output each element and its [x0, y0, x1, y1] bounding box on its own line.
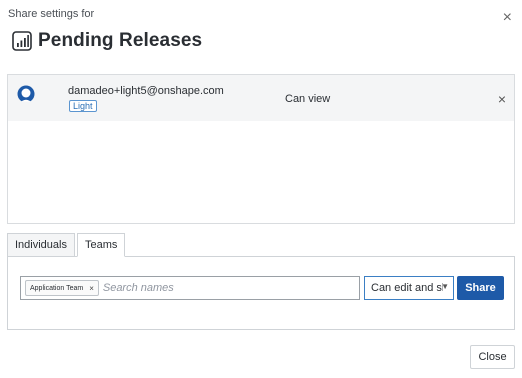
share-entry-permission[interactable]: Can view [285, 93, 330, 105]
team-chip-label: Application Team [30, 284, 84, 292]
share-list: damadeo+light5@onshape.com Light Can vie… [7, 74, 515, 224]
chip-remove-icon[interactable]: × [89, 284, 94, 293]
release-chart-icon [12, 31, 32, 51]
remove-share-icon[interactable]: × [498, 92, 506, 106]
permission-select[interactable]: Can edit and sl ▼ [364, 276, 454, 300]
tab-teams[interactable]: Teams [76, 233, 126, 257]
tab-individuals[interactable]: Individuals [7, 233, 75, 257]
dialog-subtitle: Share settings for [8, 8, 95, 20]
team-chip: Application Team × [25, 280, 99, 296]
user-avatar-icon [16, 85, 36, 104]
permission-select-value: Can edit and sl [371, 282, 443, 294]
share-entry-row: damadeo+light5@onshape.com Light Can vie… [8, 75, 514, 121]
license-badge: Light [69, 100, 97, 112]
close-button[interactable]: Close [470, 345, 515, 369]
dialog-close-icon[interactable]: × [503, 10, 512, 26]
share-entry-email: damadeo+light5@onshape.com [68, 85, 224, 97]
share-tabs: Individuals Teams [7, 233, 126, 257]
chevron-down-icon: ▼ [441, 282, 449, 291]
teams-panel: Application Team × Can edit and sl ▼ Sha… [7, 256, 515, 330]
title-row: Pending Releases [12, 30, 202, 52]
dialog-title: Pending Releases [38, 30, 203, 51]
search-names-field[interactable]: Application Team × [20, 276, 360, 300]
share-dialog: Share settings for × Pending Releases da… [0, 0, 522, 378]
search-names-input[interactable] [102, 282, 303, 294]
share-button[interactable]: Share [457, 276, 504, 300]
